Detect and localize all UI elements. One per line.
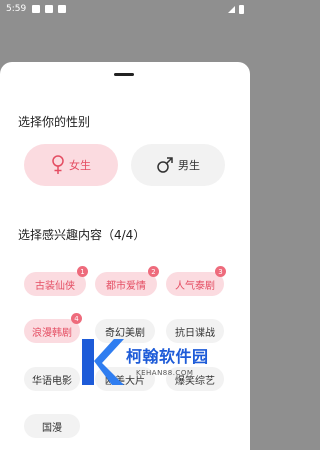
app-icon (58, 5, 67, 13)
female-label: 女生 (69, 159, 91, 172)
interest-tag[interactable]: 浪漫韩剧 4 (24, 313, 82, 343)
watermark: 柯翰软件园 KEHAN88.COM (78, 337, 243, 387)
selection-order-badge: 2 (148, 266, 159, 277)
tag-label: 浪漫韩剧 (32, 327, 72, 339)
interest-tag[interactable]: 古装仙侠 1 (24, 266, 88, 296)
interest-tag[interactable]: 都市爱情 2 (95, 266, 159, 296)
tag-label: 都市爱情 (106, 280, 146, 292)
status-time: 5:59 (6, 4, 27, 14)
gender-section-title: 选择你的性别 (18, 115, 91, 129)
signal-icon (228, 5, 235, 13)
tag-label: 古装仙侠 (35, 280, 75, 292)
notification-icon (45, 5, 54, 13)
status-bar: 5:59 (0, 0, 250, 18)
tag-label: 华语电影 (32, 375, 72, 387)
battery-icon (239, 4, 244, 14)
female-symbol-icon (52, 155, 64, 174)
selection-order-badge: 1 (77, 266, 88, 277)
drag-handle[interactable] (114, 73, 134, 76)
watermark-domain: KEHAN88.COM (136, 369, 194, 377)
tag-label: 国漫 (42, 422, 62, 434)
bottom-sheet: 选择你的性别 女生 男生 选择感兴趣内容（4/4） 古装仙侠 1 都市爱情 2 … (0, 62, 250, 450)
interest-tag[interactable]: 人气泰剧 3 (166, 266, 226, 296)
interest-tag[interactable]: 华语电影 (24, 367, 80, 391)
tag-label: 人气泰剧 (175, 280, 215, 292)
male-button[interactable]: 男生 (131, 144, 225, 186)
brand-logo-icon (82, 339, 124, 385)
male-label: 男生 (178, 159, 200, 172)
interest-section-title: 选择感兴趣内容（4/4） (18, 228, 146, 242)
female-button[interactable]: 女生 (24, 144, 118, 186)
watermark-name: 柯翰软件园 (126, 347, 209, 366)
selection-order-badge: 4 (71, 313, 82, 324)
selection-order-badge: 3 (215, 266, 226, 277)
male-symbol-icon (157, 157, 173, 173)
notification-icon (32, 5, 41, 13)
interest-tag[interactable]: 国漫 (24, 414, 80, 438)
